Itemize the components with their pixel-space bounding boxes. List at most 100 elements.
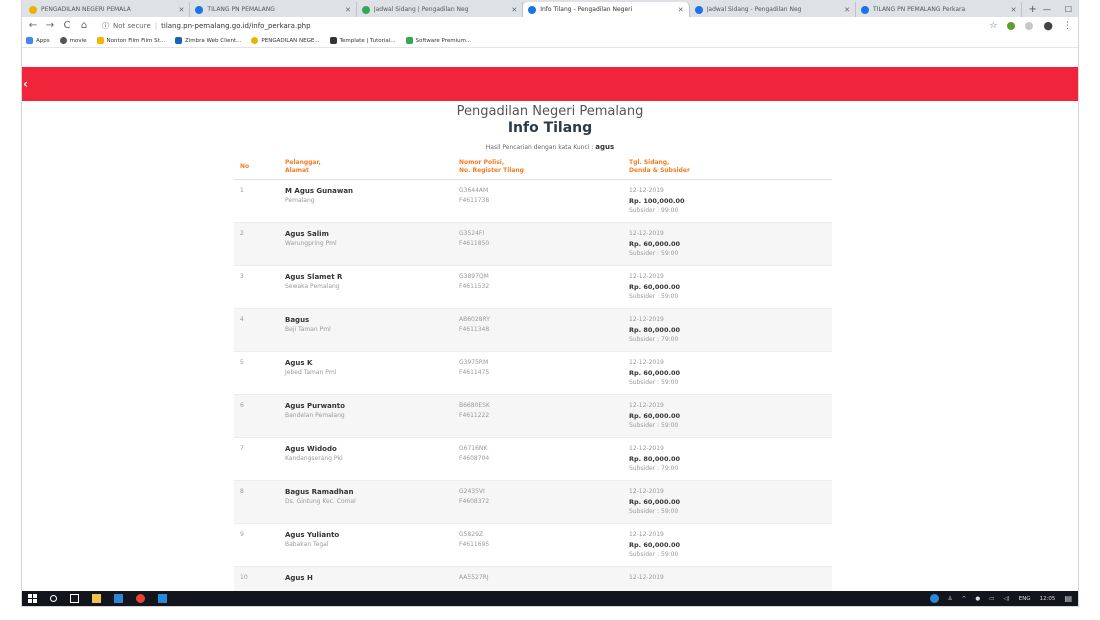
register-number: F4608704 bbox=[459, 455, 490, 462]
bookmark-label: movie bbox=[69, 37, 87, 44]
new-tab-button[interactable]: + bbox=[1022, 2, 1042, 17]
home-icon[interactable]: ⌂ bbox=[79, 20, 89, 31]
violator-name: M Agus Gunawan bbox=[285, 187, 354, 195]
register-number: F4611695 bbox=[459, 541, 490, 548]
back-icon[interactable]: ← bbox=[28, 20, 38, 31]
violator-cell: M Agus Gunawan Pemalang bbox=[279, 179, 453, 223]
tab-3-active[interactable]: Info Tilang - Pengadilan Negeri ✕ bbox=[523, 2, 690, 17]
violator-address: Jebed Taman Pml bbox=[285, 369, 337, 376]
row-number: 1 bbox=[234, 179, 279, 223]
windows-start-icon[interactable] bbox=[28, 594, 37, 603]
search-keyword: agus bbox=[595, 143, 615, 151]
close-icon[interactable]: ✕ bbox=[345, 6, 351, 14]
table-row: 1 M Agus Gunawan Pemalang G3644AM F4611738 12… bbox=[234, 179, 832, 223]
close-icon[interactable]: ✕ bbox=[678, 6, 684, 14]
volume-icon[interactable]: ◁) bbox=[1003, 596, 1009, 602]
tab-title: PENGADILAN NEGERI PEMALA bbox=[41, 6, 131, 13]
bookmark-software[interactable]: Software Premium... bbox=[405, 37, 471, 44]
table-row: 9 Agus Yulianto Babakan Tegal G5829Z F461169… bbox=[234, 523, 832, 567]
url-text[interactable]: tilang.pn-pemalang.go.id/info_perkara.ph… bbox=[161, 22, 310, 30]
network-icon[interactable]: ● bbox=[975, 596, 980, 602]
bookmark-nonton[interactable]: Nonton Film Film St... bbox=[96, 37, 165, 44]
header-no: No bbox=[234, 155, 279, 180]
hearing-date: 12-12-2019 bbox=[629, 488, 664, 495]
chrome-icon[interactable] bbox=[136, 594, 145, 603]
forward-icon[interactable]: → bbox=[45, 20, 55, 31]
menu-toggle-icon[interactable]: ‹ bbox=[23, 77, 28, 91]
tab-1[interactable]: TILANG PN PEMALANG ✕ bbox=[190, 2, 357, 17]
violator-address: Warungpring Pml bbox=[285, 240, 337, 247]
minimize-icon[interactable]: — bbox=[1043, 2, 1051, 17]
hearing-date: 12-12-2019 bbox=[629, 187, 664, 194]
separator: | bbox=[154, 21, 158, 30]
favicon-icon bbox=[195, 5, 204, 14]
extension-icon[interactable] bbox=[1025, 21, 1034, 30]
subsider-text: Subsider : 79:00 bbox=[629, 336, 679, 343]
subsider-text: Subsider : 79:00 bbox=[629, 465, 679, 472]
bookmark-pengadilan[interactable]: PENGADILAN NEGE... bbox=[251, 37, 320, 44]
violator-name: Agus K bbox=[285, 359, 313, 367]
plate-number: G3524FI bbox=[459, 230, 485, 237]
profile-icon[interactable]: ● bbox=[1043, 19, 1053, 32]
clock[interactable]: 12:05 bbox=[1040, 596, 1056, 602]
people-icon[interactable]: ♙ bbox=[948, 596, 953, 602]
header-hearing: Tgl. Sidang, Denda & Subsider bbox=[623, 155, 832, 180]
plate-cell: G3897QM F4611532 bbox=[453, 265, 623, 309]
search-icon[interactable] bbox=[50, 595, 57, 602]
file-explorer-icon[interactable] bbox=[92, 594, 101, 603]
bookmark-apps[interactable]: Apps bbox=[26, 37, 50, 44]
table-row: 4 Bagus Beji Taman Pml AB6028RY F4611348 12-1… bbox=[234, 308, 832, 352]
battery-icon[interactable]: ▭ bbox=[989, 596, 994, 602]
fine-amount: Rp. 80,000.00 bbox=[629, 455, 680, 463]
favicon-icon bbox=[861, 5, 870, 14]
close-icon[interactable]: ✕ bbox=[179, 6, 185, 14]
table-row: 8 Bagus Ramadhan Ds. Gintung Kec. Comal G24… bbox=[234, 480, 832, 524]
plate-number: G3644AM bbox=[459, 187, 489, 194]
violator-name: Agus Slamet R bbox=[285, 273, 343, 281]
violator-address: Sewaka Pemalang bbox=[285, 283, 340, 290]
task-view-icon[interactable] bbox=[70, 594, 79, 603]
plate-number: G3975RM bbox=[459, 359, 489, 366]
notification-icon[interactable]: ▤ bbox=[1064, 594, 1072, 603]
bookmark-template[interactable]: Template | Tutorial... bbox=[329, 37, 396, 44]
plate-cell: G3644AM F4611738 bbox=[453, 179, 623, 223]
menu-kebab-icon[interactable]: ⋮ bbox=[1063, 21, 1072, 31]
register-number: F4611348 bbox=[459, 326, 490, 333]
subsider-text: Subsider : 59:00 bbox=[629, 422, 679, 429]
omnibox[interactable]: ⓘ Not secure | tilang.pn-pemalang.go.id/… bbox=[102, 21, 311, 31]
chevron-up-icon[interactable]: ^ bbox=[962, 596, 967, 602]
language-indicator[interactable]: ENG bbox=[1019, 596, 1031, 602]
plate-number: AB6028RY bbox=[459, 316, 490, 323]
reload-icon[interactable]: C bbox=[62, 20, 72, 31]
plate-number: G3897QM bbox=[459, 273, 489, 280]
row-number: 8 bbox=[234, 480, 279, 524]
tab-4[interactable]: Jadwal Sidang - Pengadilan Neg ✕ bbox=[690, 2, 857, 17]
app-tray-icon[interactable] bbox=[929, 594, 939, 603]
site-header-bar: ‹ bbox=[22, 67, 1078, 101]
hearing-date: 12-12-2019 bbox=[629, 316, 664, 323]
star-icon[interactable]: ☆ bbox=[989, 21, 997, 31]
row-number: 9 bbox=[234, 523, 279, 567]
plate-cell: G3524FI F4611850 bbox=[453, 222, 623, 266]
violator-name: Agus Widodo bbox=[285, 445, 337, 453]
bookmark-label: Template | Tutorial... bbox=[339, 37, 396, 44]
hearing-cell: 12-12-2019 Rp. 60,000.00 Subsider : 59:00 bbox=[623, 523, 832, 567]
info-icon[interactable]: ⓘ bbox=[102, 21, 109, 31]
maximize-icon[interactable]: ☐ bbox=[1065, 2, 1072, 17]
close-icon[interactable]: ✕ bbox=[844, 6, 850, 14]
photos-icon[interactable] bbox=[158, 594, 167, 603]
hearing-date: 12-12-2019 bbox=[629, 230, 664, 237]
bookmark-zimbra[interactable]: Zimbra Web Client... bbox=[174, 37, 241, 44]
security-label: Not secure bbox=[113, 21, 151, 30]
header-plate: Nomor Polisi, No. Register Tilang bbox=[453, 155, 623, 180]
tab-5[interactable]: TILANG PN PEMALANG Perkara ✕ bbox=[856, 2, 1023, 17]
bookmark-movie[interactable]: movie bbox=[59, 37, 87, 44]
extension-icon[interactable] bbox=[1007, 21, 1016, 30]
close-icon[interactable]: ✕ bbox=[511, 6, 517, 14]
tab-title: Info Tilang - Pengadilan Negeri bbox=[540, 6, 633, 13]
tab-0[interactable]: PENGADILAN NEGERI PEMALA ✕ bbox=[24, 2, 191, 17]
store-icon[interactable] bbox=[114, 594, 123, 603]
close-icon[interactable]: ✕ bbox=[1011, 6, 1017, 14]
violator-cell: Agus Slamet R Sewaka Pemalang bbox=[279, 265, 453, 309]
tab-2[interactable]: Jadwal Sidang | Pengadilan Neg ✕ bbox=[357, 2, 524, 17]
